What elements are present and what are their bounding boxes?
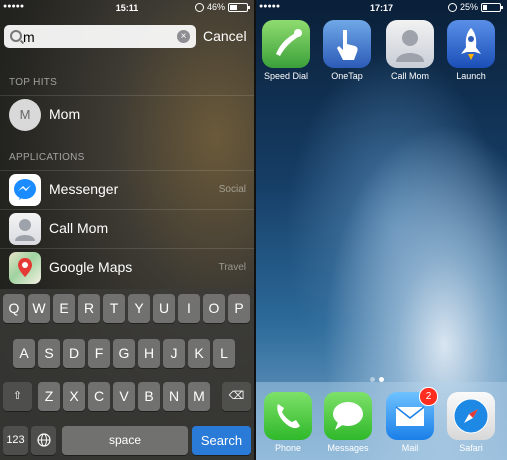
app-label: Call Mom	[390, 71, 429, 81]
globe-key[interactable]	[31, 426, 56, 455]
key-v[interactable]: V	[113, 382, 135, 411]
dock: Phone Messages 2 Mail Safari	[256, 382, 507, 460]
result-row-call-mom[interactable]: Call Mom	[0, 209, 254, 248]
result-category: Social	[218, 184, 246, 195]
key-b[interactable]: B	[138, 382, 160, 411]
key-z[interactable]: Z	[38, 382, 60, 411]
key-n[interactable]: N	[163, 382, 185, 411]
key-r[interactable]: R	[78, 294, 100, 323]
search-field[interactable]: ×	[4, 25, 196, 48]
key-h[interactable]: H	[138, 339, 160, 368]
result-label: Call Mom	[49, 220, 109, 236]
app-speed-dial[interactable]: Speed Dial	[256, 20, 316, 81]
key-i[interactable]: I	[178, 294, 200, 323]
search-input[interactable]	[23, 27, 173, 46]
key-g[interactable]: G	[113, 339, 135, 368]
phone-icon	[264, 392, 312, 440]
result-row-google-maps[interactable]: Google Maps Travel	[0, 248, 254, 287]
app-label: Speed Dial	[263, 71, 309, 81]
app-launch[interactable]: Launch	[441, 20, 501, 81]
top-hits-header: TOP HITS	[9, 77, 58, 88]
app-label: Safari	[459, 443, 483, 453]
key-k[interactable]: K	[188, 339, 210, 368]
rotation-lock-icon	[194, 2, 204, 12]
messages-icon	[324, 392, 372, 440]
avatar: M	[9, 99, 41, 131]
app-label: Phone	[274, 443, 302, 453]
messenger-icon	[9, 174, 41, 206]
key-w[interactable]: W	[28, 294, 50, 323]
key-a[interactable]: A	[13, 339, 35, 368]
app-call-mom[interactable]: Call Mom	[380, 20, 440, 81]
app-label: Launch	[456, 71, 486, 81]
key-l[interactable]: L	[213, 339, 235, 368]
result-label: Google Maps	[49, 259, 133, 275]
maps-icon	[9, 252, 41, 284]
clear-icon[interactable]: ×	[177, 30, 190, 43]
key-x[interactable]: X	[63, 382, 85, 411]
status-bar: ●●●●● 15:11 46%	[0, 0, 254, 16]
cancel-button[interactable]: Cancel	[203, 28, 247, 44]
battery-icon	[228, 2, 250, 12]
result-label: Mom	[49, 106, 81, 122]
battery-percent: 25%	[459, 2, 478, 12]
battery-percent: 46%	[206, 2, 225, 12]
rotation-lock-icon	[447, 2, 457, 12]
key-u[interactable]: U	[153, 294, 175, 323]
mail-badge: 2	[419, 387, 438, 406]
app-onetap[interactable]: OneTap	[317, 20, 377, 81]
speed-dial-icon	[262, 20, 310, 68]
dock-app-safari[interactable]: Safari	[441, 392, 501, 453]
app-label: Messages	[327, 443, 369, 453]
key-t[interactable]: T	[103, 294, 125, 323]
result-row-messenger[interactable]: Messenger Social	[0, 170, 254, 209]
key-f[interactable]: F	[88, 339, 110, 368]
keyboard: QWERTYUIOP ASDFGHJKL ZXCVBNM ⇧ ⌫ 123 spa…	[0, 289, 254, 460]
app-label: Mail	[401, 443, 419, 453]
result-category: Travel	[218, 262, 246, 273]
onetap-icon	[323, 20, 371, 68]
key-c[interactable]: C	[88, 382, 110, 411]
key-p[interactable]: P	[228, 294, 250, 323]
key-m[interactable]: M	[188, 382, 210, 411]
space-key[interactable]: space	[62, 426, 188, 455]
safari-icon	[447, 392, 495, 440]
contact-icon	[386, 20, 434, 68]
dock-app-phone[interactable]: Phone	[258, 392, 318, 453]
shift-key[interactable]: ⇧	[3, 382, 32, 411]
search-key[interactable]: Search	[192, 426, 251, 455]
key-j[interactable]: J	[163, 339, 185, 368]
spotlight-screen: ●●●●● 15:11 46% × Cancel TOP HITS M Mom …	[0, 0, 254, 460]
search-icon	[10, 30, 22, 42]
app-label: OneTap	[331, 71, 363, 81]
result-row-mom[interactable]: M Mom	[0, 95, 254, 134]
key-y[interactable]: Y	[128, 294, 150, 323]
globe-icon	[36, 433, 51, 447]
key-q[interactable]: Q	[3, 294, 25, 323]
numbers-key[interactable]: 123	[3, 426, 28, 455]
key-o[interactable]: O	[203, 294, 225, 323]
backspace-key[interactable]: ⌫	[222, 382, 251, 411]
key-s[interactable]: S	[38, 339, 60, 368]
key-d[interactable]: D	[63, 339, 85, 368]
key-e[interactable]: E	[53, 294, 75, 323]
dock-app-messages[interactable]: Messages	[318, 392, 378, 453]
home-screen: ●●●●● 17:17 25% Speed Dial OneTap Call M…	[256, 0, 507, 460]
result-label: Messenger	[49, 181, 119, 197]
applications-header: APPLICATIONS	[9, 152, 85, 163]
rocket-icon	[447, 20, 495, 68]
dock-app-mail[interactable]: 2 Mail	[380, 387, 440, 453]
status-bar: ●●●●● 17:17 25%	[256, 0, 507, 16]
contact-icon	[9, 213, 41, 245]
battery-icon	[481, 2, 503, 12]
